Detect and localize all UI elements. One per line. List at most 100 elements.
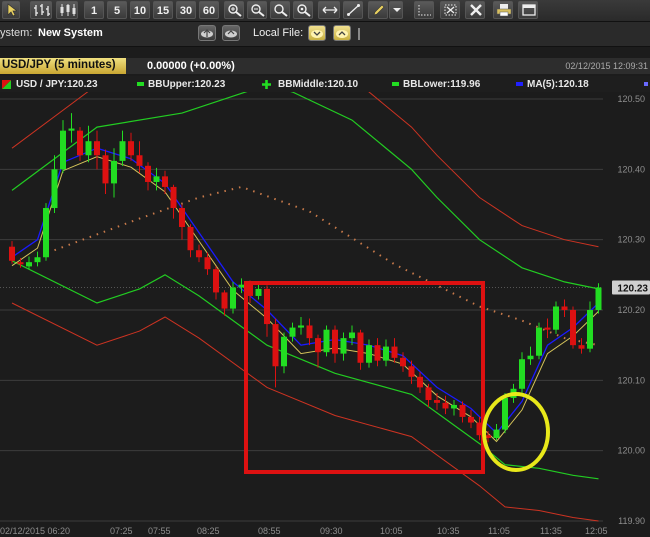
trend-line-button[interactable] xyxy=(343,1,363,19)
candle-body[interactable] xyxy=(493,429,500,439)
dotted-grid-button[interactable] xyxy=(414,1,434,19)
candle-body[interactable] xyxy=(281,336,287,367)
period-1-button[interactable]: 1 xyxy=(84,1,104,19)
period-15-button[interactable]: 15 xyxy=(153,1,173,19)
bb-upper-line xyxy=(11,92,599,290)
candle-body[interactable] xyxy=(187,227,194,251)
candle-body[interactable] xyxy=(323,329,330,353)
candle-body[interactable] xyxy=(383,346,389,361)
period-60-button[interactable]: 60 xyxy=(199,1,219,19)
close-button[interactable] xyxy=(465,1,485,19)
period-30-button[interactable]: 30 xyxy=(176,1,196,19)
candle-body[interactable] xyxy=(85,141,92,156)
candle-body[interactable] xyxy=(442,402,449,409)
candle-body[interactable] xyxy=(451,404,457,409)
candle-body[interactable] xyxy=(221,292,228,309)
bar-chart-button[interactable] xyxy=(30,1,52,19)
draw-tool-dropdown[interactable] xyxy=(389,1,403,19)
candle-body[interactable] xyxy=(536,327,542,356)
candle-body[interactable] xyxy=(196,250,202,258)
candle-body[interactable] xyxy=(60,130,66,170)
candle-body[interactable] xyxy=(527,355,534,360)
candle-body[interactable] xyxy=(204,257,211,270)
zoom-reset-button[interactable] xyxy=(293,1,313,19)
candle-body[interactable] xyxy=(340,338,347,354)
candle-body[interactable] xyxy=(94,141,100,156)
candle-body[interactable] xyxy=(77,130,83,156)
candle-body[interactable] xyxy=(34,257,41,263)
candle-body[interactable] xyxy=(9,246,15,261)
candle-body[interactable] xyxy=(306,325,313,339)
candle-body[interactable] xyxy=(213,269,219,293)
candle-body[interactable] xyxy=(468,416,474,423)
candle-body[interactable] xyxy=(332,329,338,354)
zoom-area-button[interactable] xyxy=(270,1,290,19)
candle-body[interactable] xyxy=(102,155,109,184)
candle-body[interactable] xyxy=(162,176,168,187)
candle-body[interactable] xyxy=(502,397,508,430)
horizontal-line-button[interactable] xyxy=(318,1,340,19)
candle-body[interactable] xyxy=(417,376,423,388)
system-name[interactable]: New System xyxy=(38,27,103,39)
candle-body[interactable] xyxy=(595,287,602,310)
candle-body[interactable] xyxy=(145,165,151,182)
window-button[interactable] xyxy=(518,1,538,19)
candle-body[interactable] xyxy=(230,287,236,309)
candle-body[interactable] xyxy=(17,262,24,265)
candle-body[interactable] xyxy=(315,338,321,353)
candle-body[interactable] xyxy=(374,345,381,361)
x-tick-label: 07:55 xyxy=(148,526,171,536)
candle-body[interactable] xyxy=(119,141,126,161)
system-save-button[interactable] xyxy=(222,25,240,41)
candle-body[interactable] xyxy=(408,366,415,377)
legend-item-bbmiddle: BBMiddle:120.10 xyxy=(262,79,358,90)
candle-body[interactable] xyxy=(238,284,245,288)
local-file-save-button[interactable] xyxy=(333,25,351,41)
candle-body[interactable] xyxy=(170,186,177,209)
print-button[interactable] xyxy=(493,1,513,19)
candle-body[interactable] xyxy=(153,176,160,182)
candle-body[interactable] xyxy=(111,160,117,184)
candle-body[interactable] xyxy=(179,208,185,228)
candle-body[interactable] xyxy=(136,155,143,166)
candle-body[interactable] xyxy=(366,345,372,363)
zoom-out-button[interactable] xyxy=(247,1,267,19)
candle-body[interactable] xyxy=(561,306,568,310)
legend-item-ma5: MA(5):120.18 xyxy=(516,79,589,90)
candle-body[interactable] xyxy=(553,306,559,330)
candle-body[interactable] xyxy=(357,332,364,363)
period-5-button[interactable]: 5 xyxy=(107,1,127,19)
candle-body[interactable] xyxy=(400,357,406,367)
period-10-button[interactable]: 10 xyxy=(130,1,150,19)
candle-body[interactable] xyxy=(349,332,355,339)
candle-body[interactable] xyxy=(298,325,304,328)
candle-body[interactable] xyxy=(570,310,576,346)
candle-body[interactable] xyxy=(459,404,466,417)
candle-body[interactable] xyxy=(43,208,49,258)
candle-body[interactable] xyxy=(578,345,585,349)
price-chart[interactable]: 120.50 120.40 120.30 120.20 120.10 120.00 119.… xyxy=(0,92,650,537)
candle-body[interactable] xyxy=(128,141,134,156)
legend-more-icon xyxy=(644,82,648,86)
candle-body[interactable] xyxy=(544,327,551,330)
candle-body[interactable] xyxy=(519,359,525,389)
candle-body[interactable] xyxy=(391,346,398,358)
local-file-open-button[interactable] xyxy=(308,25,326,41)
delete-objects-button[interactable] xyxy=(440,1,460,19)
candlestick-chart-button[interactable] xyxy=(56,1,78,19)
candle-body[interactable] xyxy=(264,288,270,325)
candle-body[interactable] xyxy=(51,169,58,209)
candle-body[interactable] xyxy=(26,262,32,267)
candle-body[interactable] xyxy=(255,288,262,296)
system-open-button[interactable] xyxy=(198,25,216,41)
zoom-in-button[interactable] xyxy=(224,1,244,19)
candle-body[interactable] xyxy=(289,327,296,337)
candle-body[interactable] xyxy=(68,128,75,131)
draw-tool-button[interactable] xyxy=(368,1,388,19)
candle-body[interactable] xyxy=(272,324,279,367)
candle-body[interactable] xyxy=(587,310,593,349)
pointer-tool-button[interactable] xyxy=(2,1,20,19)
candle-body[interactable] xyxy=(425,387,432,401)
candle-body[interactable] xyxy=(434,400,440,403)
y-tick-label: 119.90 xyxy=(618,516,645,526)
